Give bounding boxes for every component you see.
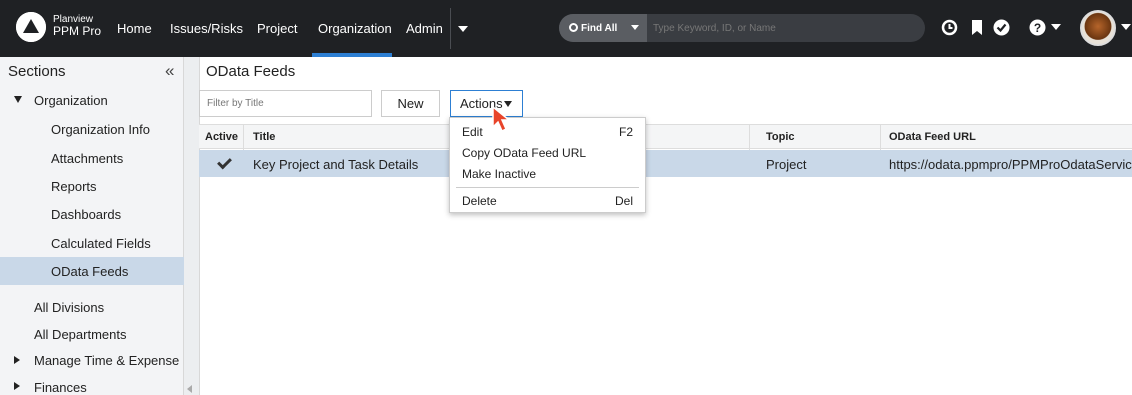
row-odata-url: https://odata.ppmpro/PPMProOdataService/ (889, 157, 1132, 172)
nav-issues-risks[interactable]: Issues/Risks (170, 21, 243, 36)
sidebar-group-organization[interactable]: Organization (34, 93, 108, 108)
nav-organization[interactable]: Organization (318, 21, 392, 36)
active-nav-indicator (312, 53, 392, 57)
check-circle-icon[interactable] (993, 19, 1010, 36)
column-header-topic[interactable]: Topic (766, 131, 795, 143)
page-title: OData Feeds (206, 63, 296, 80)
menu-item-copy-odata-feed-url[interactable]: Copy OData Feed URL (450, 143, 645, 163)
sidebar-item-finances[interactable]: Finances (34, 380, 87, 395)
filter-input[interactable] (199, 90, 372, 117)
sidebar-item-attachments[interactable]: Attachments (51, 151, 123, 166)
expand-triangle-icon[interactable] (14, 382, 20, 390)
sidebar-heading: Sections (8, 63, 66, 80)
brand-name: Planview PPM Pro (53, 15, 101, 38)
sections-sidebar: Sections « Organization Organization Inf… (0, 57, 184, 395)
table-row[interactable]: Key Project and Task Details Project htt… (199, 150, 1132, 177)
svg-text:?: ? (1034, 21, 1041, 35)
nav-admin[interactable]: Admin (406, 21, 443, 36)
menu-item-make-inactive[interactable]: Make Inactive (450, 164, 645, 184)
global-search: Find All (559, 14, 925, 42)
help-chevron-down-icon[interactable] (1051, 24, 1061, 31)
expand-triangle-icon[interactable] (14, 356, 20, 364)
menu-divider (456, 187, 639, 188)
bookmark-icon[interactable] (970, 19, 984, 36)
clock-icon[interactable] (941, 19, 958, 36)
nav-home[interactable]: Home (117, 21, 152, 36)
active-checkmark-icon (217, 154, 232, 170)
menu-item-shortcut: F2 (618, 125, 633, 139)
column-header-active[interactable]: Active (205, 131, 238, 143)
top-navigation-bar: Planview PPM Pro Home Issues/Risks Proje… (0, 0, 1132, 57)
menu-item-label: Edit (462, 125, 483, 139)
search-input[interactable] (649, 14, 919, 42)
column-header-odata-feed-url[interactable]: OData Feed URL (889, 131, 976, 143)
sidebar-item-organization-info[interactable]: Organization Info (51, 122, 150, 137)
sidebar-item-reports[interactable]: Reports (51, 179, 97, 194)
menu-item-label: Delete (462, 194, 497, 208)
find-all-dropdown[interactable]: Find All (559, 14, 647, 42)
column-header-title[interactable]: Title (253, 131, 275, 143)
expand-triangle-icon[interactable] (14, 96, 22, 103)
nav-project[interactable]: Project (257, 21, 297, 36)
nav-more-chevron-down-icon[interactable] (458, 26, 468, 32)
search-icon (569, 23, 578, 32)
column-divider (749, 125, 750, 150)
find-all-label: Find All (581, 23, 618, 34)
avatar[interactable] (1080, 10, 1116, 46)
help-icon[interactable]: ? (1029, 19, 1046, 36)
sidebar-item-dashboards[interactable]: Dashboards (51, 207, 121, 222)
sidebar-item-all-departments[interactable]: All Departments (34, 327, 126, 342)
table-header: Active Title Topic OData Feed URL (199, 124, 1132, 150)
row-topic: Project (766, 157, 807, 172)
planview-logo[interactable] (16, 12, 46, 42)
chevron-down-icon (631, 25, 639, 30)
sidebar-item-odata-feeds[interactable]: OData Feeds (51, 264, 128, 279)
menu-item-label: Make Inactive (462, 167, 537, 181)
sidebar-scrollbar[interactable] (184, 57, 200, 395)
sidebar-item-manage-time-expense[interactable]: Manage Time & Expense (34, 353, 179, 368)
sidebar-item-all-divisions[interactable]: All Divisions (34, 300, 104, 315)
menu-item-edit[interactable]: Edit F2 (450, 122, 645, 142)
scroll-arrow-icon[interactable] (187, 385, 192, 393)
menu-item-shortcut: Del (614, 194, 633, 208)
column-divider (243, 125, 244, 150)
profile-chevron-down-icon[interactable] (1121, 24, 1131, 31)
nav-divider (450, 8, 451, 49)
mouse-pointer-icon (492, 105, 512, 133)
sidebar-item-calculated-fields[interactable]: Calculated Fields (51, 236, 151, 251)
row-title: Key Project and Task Details (253, 157, 419, 172)
column-divider (880, 125, 881, 150)
menu-item-label: Copy OData Feed URL (462, 146, 587, 160)
collapse-sidebar-icon[interactable]: « (165, 61, 174, 81)
new-button[interactable]: New (381, 90, 440, 117)
actions-menu: Edit F2 Copy OData Feed URL Make Inactiv… (449, 117, 646, 213)
brand-line2: PPM Pro (53, 24, 102, 38)
menu-item-delete[interactable]: Delete Del (450, 191, 645, 211)
